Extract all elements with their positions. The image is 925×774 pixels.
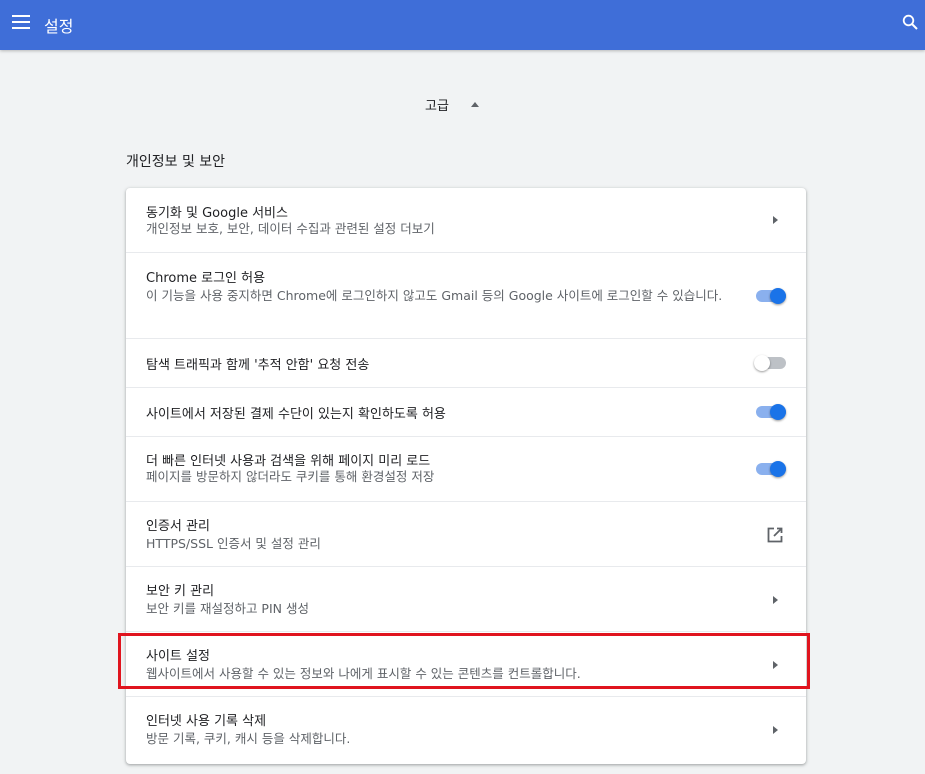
row-manage-certificates[interactable]: 인증서 관리 HTTPS/SSL 인증서 및 설정 관리 — [126, 501, 806, 566]
top-toolbar: 설정 — [0, 0, 925, 50]
row-subtitle: 웹사이트에서 사용할 수 있는 정보와 나에게 표시할 수 있는 콘텐츠를 컨트… — [146, 666, 581, 681]
row-title: 사이트에서 저장된 결제 수단이 있는지 확인하도록 허용 — [146, 407, 446, 422]
payment-methods-toggle[interactable] — [754, 402, 788, 422]
chevron-right-icon[interactable] — [773, 661, 778, 669]
privacy-security-card: 동기화 및 Google 서비스 개인정보 보호, 보안, 데이터 수집과 관련… — [126, 188, 806, 764]
row-title: Chrome 로그인 허용 — [146, 271, 266, 286]
advanced-toggle-button[interactable]: 고급 — [425, 92, 479, 116]
row-title: 사이트 설정 — [146, 649, 210, 664]
allow-signin-toggle[interactable] — [754, 286, 788, 306]
do-not-track-toggle[interactable] — [754, 353, 788, 373]
row-do-not-track: 탐색 트래픽과 함께 '추적 안함' 요청 전송 — [126, 338, 806, 387]
row-title: 탐색 트래픽과 함께 '추적 안함' 요청 전송 — [146, 358, 370, 373]
search-icon[interactable] — [902, 14, 918, 30]
advanced-label: 고급 — [425, 98, 449, 114]
external-link-icon[interactable] — [766, 526, 784, 544]
row-allow-chrome-signin: Chrome 로그인 허용 이 기능을 사용 중지하면 Chrome에 로그인하… — [126, 252, 806, 338]
row-subtitle: 이 기능을 사용 중지하면 Chrome에 로그인하지 않고도 Gmail 등의… — [146, 288, 723, 303]
row-subtitle: 개인정보 보호, 보안, 데이터 수집과 관련된 설정 더보기 — [146, 221, 435, 236]
preload-pages-toggle[interactable] — [754, 459, 788, 479]
row-subtitle: 방문 기록, 쿠키, 캐시 등을 삭제합니다. — [146, 731, 351, 746]
row-clear-browsing-data[interactable]: 인터넷 사용 기록 삭제 방문 기록, 쿠키, 캐시 등을 삭제합니다. — [126, 696, 806, 764]
row-subtitle: 페이지를 방문하지 않더라도 쿠키를 통해 환경설정 저장 — [146, 469, 435, 484]
caret-up-icon — [470, 101, 479, 107]
row-sync-google-services[interactable]: 동기화 및 Google 서비스 개인정보 보호, 보안, 데이터 수집과 관련… — [126, 188, 806, 252]
row-site-settings[interactable]: 사이트 설정 웹사이트에서 사용할 수 있는 정보와 나에게 표시할 수 있는 … — [126, 631, 806, 696]
section-title: 개인정보 및 보안 — [126, 154, 226, 170]
chevron-right-icon[interactable] — [773, 596, 778, 604]
row-preload-pages: 더 빠른 인터넷 사용과 검색을 위해 페이지 미리 로드 페이지를 방문하지 … — [126, 436, 806, 501]
row-subtitle: 보안 키를 재설정하고 PIN 생성 — [146, 601, 309, 616]
row-title: 인터넷 사용 기록 삭제 — [146, 714, 267, 729]
page-title: 설정 — [44, 17, 74, 36]
chevron-right-icon[interactable] — [773, 216, 778, 224]
row-subtitle: HTTPS/SSL 인증서 및 설정 관리 — [146, 536, 321, 551]
menu-icon[interactable] — [12, 15, 30, 29]
row-payment-methods: 사이트에서 저장된 결제 수단이 있는지 확인하도록 허용 — [126, 387, 806, 436]
row-title: 보안 키 관리 — [146, 584, 215, 599]
chevron-right-icon[interactable] — [773, 726, 778, 734]
row-manage-security-keys[interactable]: 보안 키 관리 보안 키를 재설정하고 PIN 생성 — [126, 566, 806, 631]
row-title: 인증서 관리 — [146, 519, 210, 534]
